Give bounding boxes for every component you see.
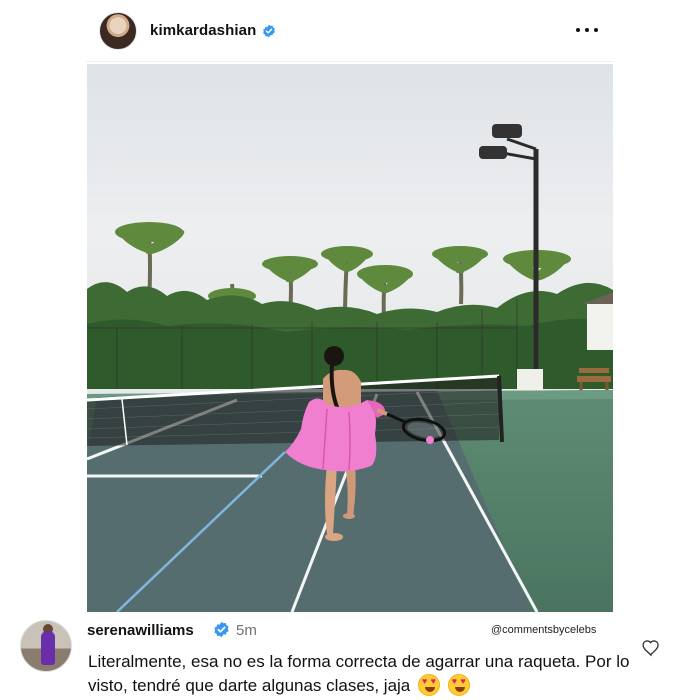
comment: serenawilliams 5m @commentsbycelebs Lite… <box>0 612 700 700</box>
avatar[interactable] <box>99 11 137 50</box>
comment-body: Literalmente, esa no es la forma correct… <box>88 652 630 695</box>
more-options-icon[interactable] <box>576 21 598 39</box>
post-username[interactable]: kimkardashian <box>150 22 256 39</box>
tennis-court-photo <box>87 64 613 612</box>
comment-timestamp: 5m <box>236 622 257 639</box>
heart-outline-icon[interactable] <box>641 638 661 658</box>
post-header: kimkardashian <box>86 0 614 62</box>
commenter-avatar[interactable] <box>20 620 72 672</box>
verified-badge-icon <box>214 621 229 638</box>
heart-eyes-emoji <box>418 674 440 696</box>
watermark-credit: @commentsbycelebs <box>491 624 597 636</box>
heart-eyes-emoji <box>447 674 470 696</box>
comment-username[interactable]: serenawilliams <box>87 622 194 639</box>
comment-text: Literalmente, esa no es la forma correct… <box>88 650 648 698</box>
verified-badge-icon <box>263 24 276 37</box>
post-photo[interactable] <box>87 64 613 612</box>
